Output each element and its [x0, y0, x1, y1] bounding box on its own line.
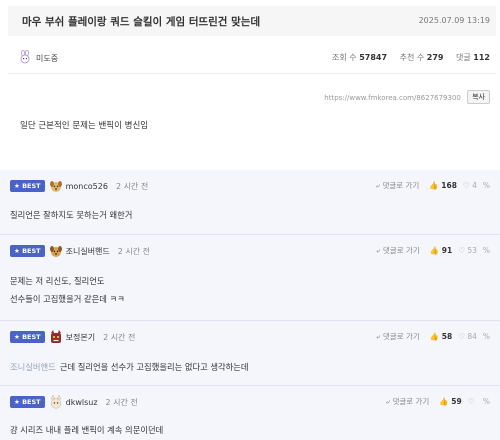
- comment-body: 문제는 저 리신도, 질리언도 선수들이 고집했을거 같은데 ㅋㅋ: [10, 272, 125, 308]
- post-author-name[interactable]: 미도중: [36, 53, 58, 64]
- post-url[interactable]: https://www.fmkorea.com/8627679300: [324, 94, 461, 102]
- thumb-down-icon: ♡: [462, 181, 470, 190]
- comment-line: 선수들이 고집했을거 같은데 ㅋㅋ: [10, 294, 125, 304]
- reply-link[interactable]: ⤶ 댓글로 가기: [376, 180, 419, 191]
- comment-header: ★ BEST 보정본기 2 시간 전: [10, 329, 135, 345]
- post-url-row: https://www.fmkorea.com/8627679300 복사: [324, 90, 490, 104]
- comment-author[interactable]: dkwlsuz: [66, 398, 98, 407]
- dog-avatar-icon[interactable]: [49, 244, 63, 258]
- thumb-up-icon: 👍: [429, 246, 440, 255]
- percent-label: %: [482, 332, 490, 341]
- post-author-row: 미도중 조회 수 57847 추천 수 279 댓글 112: [8, 40, 496, 74]
- comment-actions: ⤶ 댓글로 가기 👍 168 ♡ 4 %: [376, 180, 490, 191]
- comment-author[interactable]: monco526: [66, 182, 108, 191]
- post-title-bar: 마우 부쉬 플레이랑 쿼드 슬킬이 게임 터뜨린건 맞는데 2025.07.09…: [8, 6, 496, 36]
- comments-label: 댓글: [456, 53, 471, 62]
- comment-actions: ⤶ 댓글로 가기 👍 59 ♡ %: [386, 396, 490, 407]
- reply-link[interactable]: ⤶ 댓글로 가기: [376, 245, 419, 256]
- cat-avatar-icon[interactable]: [49, 395, 63, 409]
- thumb-down-icon: ♡: [458, 246, 465, 255]
- comment-author[interactable]: 조니실버핸드: [66, 246, 110, 257]
- comment-header: ★ BEST monco526 2 시간 전: [10, 178, 148, 194]
- best-comments-list: ★ BEST monco526 2 시간 전 ⤶ 댓글로 가기 👍 168 ♡ …: [0, 170, 500, 440]
- comment-item: ★ BEST 조니실버핸드 2 시간 전 ⤶ 댓글로 가기 👍 91 ♡ 53 …: [0, 235, 500, 320]
- reply-link[interactable]: ⤶ 댓글로 가기: [376, 331, 419, 342]
- upvote-button[interactable]: 👍 59: [439, 397, 461, 406]
- comment-line: 조니실버핸드 근데 질리언을 선수가 고집했을리는 없다고 생각하는데: [10, 362, 249, 372]
- thumb-up-icon: 👍: [429, 332, 440, 341]
- comment-time: 2 시간 전: [117, 246, 151, 256]
- comment-actions: ⤶ 댓글로 가기 👍 91 ♡ 53 %: [376, 245, 490, 256]
- thumb-up-icon: 👍: [429, 181, 439, 190]
- comment-time: 2 시간 전: [115, 181, 149, 191]
- rabbit-avatar-icon[interactable]: [18, 50, 32, 64]
- comment-actions: ⤶ 댓글로 가기 👍 58 ♡ 84 %: [376, 331, 490, 342]
- comment-line: 문제는 저 리신도, 질리언도: [10, 276, 105, 286]
- post-body: 일단 근본적인 문제는 밴픽이 병신임: [20, 121, 149, 131]
- thumb-down-icon: ♡: [458, 332, 465, 341]
- thumb-down-icon: ♡: [467, 397, 475, 406]
- downvote-button[interactable]: ♡ 53: [458, 246, 477, 255]
- comment-item: ★ BEST dkwlsuz 2 시간 전 ⤶ 댓글로 가기 👍 59 ♡ % …: [0, 386, 500, 440]
- downvote-button[interactable]: ♡ 84: [458, 332, 477, 341]
- comment-author[interactable]: 보정본기: [66, 332, 95, 343]
- post-title: 마우 부쉬 플레이랑 쿼드 슬킬이 게임 터뜨린건 맞는데: [22, 16, 261, 28]
- best-badge: ★ BEST: [10, 396, 45, 408]
- comment-time: 2 시간 전: [105, 397, 138, 407]
- dog-avatar-icon[interactable]: [49, 179, 63, 193]
- post-stats: 조회 수 57847 추천 수 279 댓글 112: [332, 52, 490, 63]
- upvote-button[interactable]: 👍 168: [429, 181, 457, 190]
- upvote-button[interactable]: 👍 58: [430, 332, 452, 341]
- mention-link[interactable]: 조니실버핸드: [10, 362, 56, 372]
- upvote-button[interactable]: 👍 91: [430, 246, 452, 255]
- comment-time: 2 시간 전: [103, 332, 136, 342]
- monster-avatar-icon[interactable]: [49, 330, 63, 344]
- comment-item: ★ BEST 보정본기 2 시간 전 ⤶ 댓글로 가기 👍 58 ♡ 84 % …: [0, 321, 500, 385]
- recommend-count: 279: [426, 53, 444, 62]
- comment-header: ★ BEST 조니실버핸드 2 시간 전: [10, 243, 150, 259]
- comment-body: 질리언은 잘하지도 못하는거 왜한거: [10, 206, 132, 224]
- comment-line: 걍 시리즈 내내 플레 밴픽이 계속 의문이던데: [10, 425, 164, 435]
- comment-item: ★ BEST monco526 2 시간 전 ⤶ 댓글로 가기 👍 168 ♡ …: [0, 170, 500, 234]
- percent-label: %: [482, 181, 490, 190]
- comment-header: ★ BEST dkwlsuz 2 시간 전: [10, 394, 138, 410]
- comments-count: 112: [473, 53, 490, 62]
- thumb-up-icon: 👍: [439, 397, 449, 406]
- comment-body: 걍 시리즈 내내 플레 밴픽이 계속 의문이던데: [10, 421, 163, 439]
- post-date: 2025.07.09 13:19: [418, 16, 490, 25]
- downvote-button[interactable]: ♡: [468, 397, 477, 406]
- views-count: 57847: [359, 53, 388, 62]
- best-badge: ★ BEST: [10, 331, 45, 343]
- percent-label: %: [482, 397, 490, 406]
- reply-link[interactable]: ⤶ 댓글로 가기: [386, 396, 429, 407]
- views-label: 조회 수: [332, 53, 357, 62]
- best-badge: ★ BEST: [10, 245, 45, 257]
- comment-body: 조니실버핸드 근데 질리언을 선수가 고집했을리는 없다고 생각하는데: [10, 358, 249, 376]
- best-badge: ★ BEST: [10, 180, 45, 192]
- comment-line: 질리언은 잘하지도 못하는거 왜한거: [10, 210, 133, 220]
- percent-label: %: [482, 246, 490, 255]
- downvote-button[interactable]: ♡ 4: [463, 181, 477, 190]
- copy-url-button[interactable]: 복사: [467, 90, 490, 104]
- recommend-label: 추천 수: [399, 53, 425, 62]
